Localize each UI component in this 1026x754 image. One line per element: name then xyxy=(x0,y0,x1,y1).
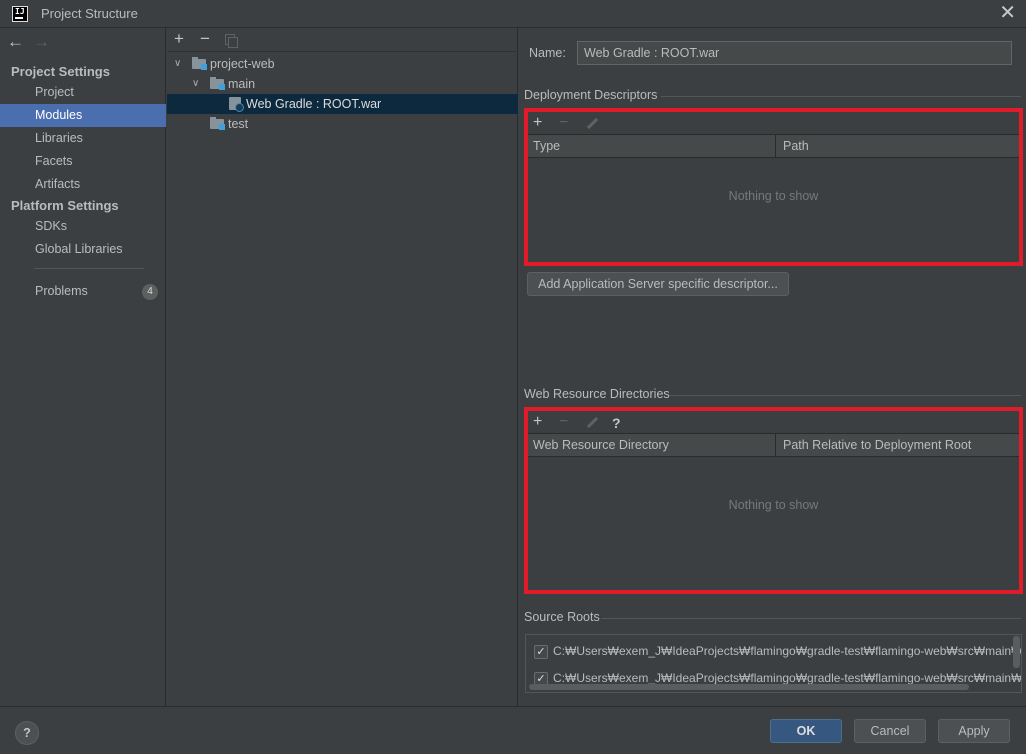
platform-settings-heading: Platform Settings xyxy=(11,198,119,213)
vertical-scrollbar[interactable] xyxy=(1013,636,1020,668)
cancel-button[interactable]: Cancel xyxy=(854,719,926,743)
list-item[interactable]: ✓ C:₩Users₩exem_J₩IdeaProjects₩flamingo₩… xyxy=(526,641,1021,665)
add-icon[interactable]: + xyxy=(533,113,542,133)
edit-icon[interactable] xyxy=(586,117,599,130)
window-title: Project Structure xyxy=(41,6,138,21)
table-header: Web Resource Directory Path Relative to … xyxy=(528,434,1019,457)
table-header: Type Path xyxy=(528,135,1019,158)
empty-state-text: Nothing to show xyxy=(728,189,819,203)
tree-node-web-facet[interactable]: Web Gradle : ROOT.war xyxy=(167,94,518,114)
close-icon[interactable]: ✕ xyxy=(999,2,1016,24)
sidebar-divider xyxy=(34,268,144,269)
column-header-type[interactable]: Type xyxy=(528,135,560,158)
web-facet-icon xyxy=(229,97,244,112)
settings-sidebar: ← → Project Settings Project Modules Libr… xyxy=(0,28,166,706)
column-header-relative-path[interactable]: Path Relative to Deployment Root xyxy=(778,434,971,457)
back-arrow-icon[interactable]: ← xyxy=(7,32,33,52)
tree-node-main[interactable]: ∨ main xyxy=(167,74,518,94)
web-resource-directories-heading: Web Resource Directories xyxy=(524,387,670,401)
sidebar-item-problems[interactable]: Problems 4 xyxy=(0,280,166,303)
problems-label: Problems xyxy=(35,284,88,298)
table-body: Nothing to show xyxy=(528,458,1019,590)
app-icon: IJ xyxy=(12,6,28,22)
sidebar-item-global-libraries[interactable]: Global Libraries xyxy=(0,238,166,261)
name-label: Name: xyxy=(529,46,566,60)
remove-icon[interactable]: − xyxy=(559,412,568,432)
group-divider xyxy=(661,96,1021,97)
table-toolbar: + − xyxy=(528,112,1019,135)
facet-details-panel: Name: Deployment Descriptors + − Type Pa… xyxy=(519,28,1026,706)
source-root-path: C:₩Users₩exem_J₩IdeaProjects₩flamingo₩gr… xyxy=(553,644,1022,658)
group-divider xyxy=(601,618,1021,619)
column-header-path[interactable]: Path xyxy=(778,135,809,158)
title-bar: IJ Project Structure ✕ xyxy=(0,0,1026,28)
help-icon[interactable]: ? xyxy=(612,413,621,433)
deployment-descriptors-table: + − Type Path Nothing to show xyxy=(524,108,1023,266)
empty-state-text: Nothing to show xyxy=(728,498,819,512)
source-roots-list: ✓ C:₩Users₩exem_J₩IdeaProjects₩flamingo₩… xyxy=(525,634,1022,693)
module-folder-icon xyxy=(192,57,207,70)
tree-toolbar: + − xyxy=(167,28,518,52)
remove-icon[interactable]: − xyxy=(559,113,568,133)
help-button[interactable]: ? xyxy=(15,721,39,745)
sidebar-item-facets[interactable]: Facets xyxy=(0,150,166,173)
apply-button[interactable]: Apply xyxy=(938,719,1010,743)
tree-node-project-web[interactable]: ∨ project-web xyxy=(167,54,518,74)
source-roots-heading: Source Roots xyxy=(524,610,600,624)
checkbox-icon[interactable]: ✓ xyxy=(534,645,548,659)
table-body: Nothing to show xyxy=(528,159,1019,262)
tree-node-label: test xyxy=(228,117,249,131)
module-folder-icon xyxy=(210,77,225,90)
project-settings-heading: Project Settings xyxy=(11,64,110,79)
add-icon[interactable]: + xyxy=(174,29,184,49)
tree-node-label: project-web xyxy=(210,57,275,71)
dialog-footer: ? OK Cancel Apply xyxy=(0,706,1026,754)
tree-node-label: main xyxy=(228,77,256,91)
edit-icon[interactable] xyxy=(586,416,599,429)
name-field[interactable] xyxy=(577,41,1012,65)
chevron-down-icon[interactable]: ∨ xyxy=(174,54,181,74)
nav-arrows: ← → xyxy=(7,32,59,52)
source-root-path: C:₩Users₩exem_J₩IdeaProjects₩flamingo₩gr… xyxy=(553,671,1022,685)
horizontal-scrollbar[interactable] xyxy=(529,684,969,690)
sidebar-item-project[interactable]: Project xyxy=(0,81,166,104)
tree-node-label: Web Gradle : ROOT.war xyxy=(246,97,382,111)
add-icon[interactable]: + xyxy=(533,412,542,432)
chevron-down-icon[interactable]: ∨ xyxy=(192,74,199,94)
sidebar-item-modules[interactable]: Modules xyxy=(0,104,166,127)
column-header-web-resource-directory[interactable]: Web Resource Directory xyxy=(528,434,669,457)
add-server-descriptor-button[interactable]: Add Application Server specific descript… xyxy=(527,272,789,296)
problems-count-badge: 4 xyxy=(142,284,158,300)
ok-button[interactable]: OK xyxy=(770,719,842,743)
sidebar-item-sdks[interactable]: SDKs xyxy=(0,215,166,238)
module-tree-panel: + − ∨ project-web ∨ main Web Gradle : RO… xyxy=(167,28,518,706)
forward-arrow-icon[interactable]: → xyxy=(33,32,59,52)
group-divider xyxy=(669,395,1021,396)
copy-icon[interactable] xyxy=(225,34,238,48)
sidebar-item-libraries[interactable]: Libraries xyxy=(0,127,166,150)
web-resource-directories-table: + − ? Web Resource Directory Path Relati… xyxy=(524,407,1023,594)
table-toolbar: + − ? xyxy=(528,411,1019,434)
sidebar-item-artifacts[interactable]: Artifacts xyxy=(0,173,166,196)
module-folder-icon xyxy=(210,117,225,130)
tree-node-test[interactable]: test xyxy=(167,114,518,134)
deployment-descriptors-heading: Deployment Descriptors xyxy=(524,88,658,102)
remove-icon[interactable]: − xyxy=(200,29,210,49)
